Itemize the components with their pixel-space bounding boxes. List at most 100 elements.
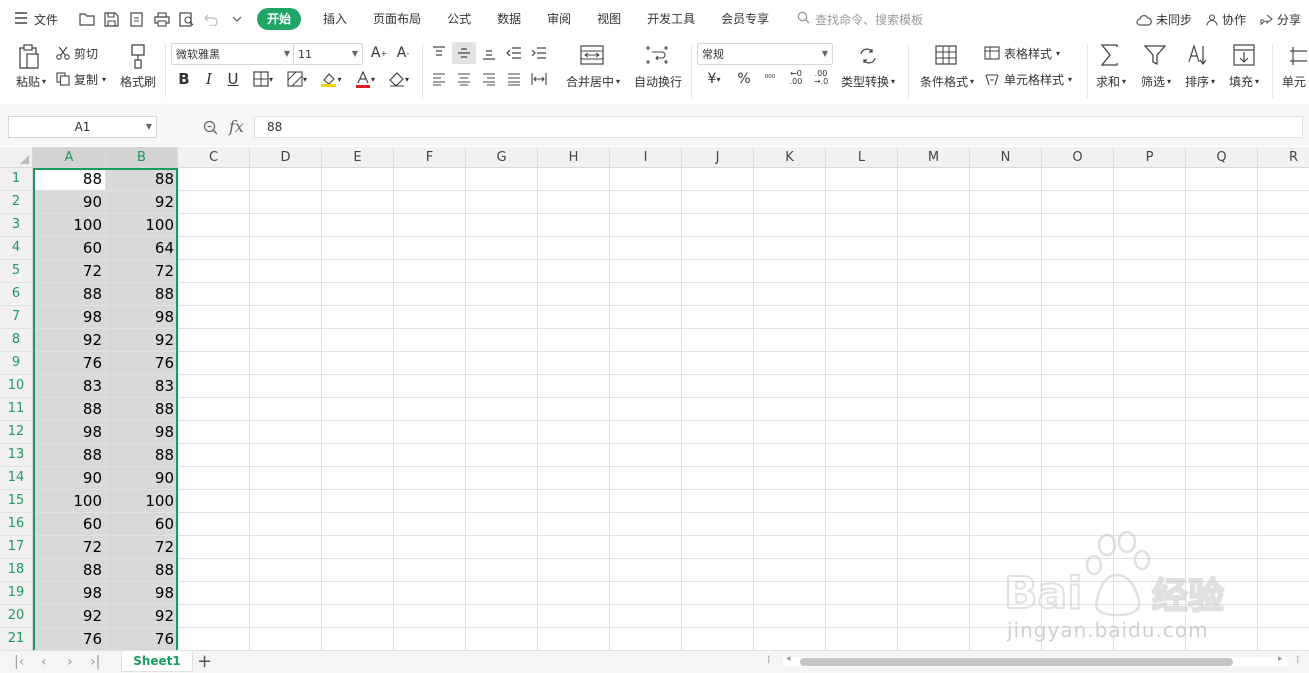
cell-h2[interactable] xyxy=(538,191,610,214)
cell-m11[interactable] xyxy=(898,398,970,421)
zoom-search-icon[interactable] xyxy=(203,120,218,138)
column-header-p[interactable]: P xyxy=(1114,147,1186,168)
cell-e9[interactable] xyxy=(322,352,394,375)
cell-d3[interactable] xyxy=(250,214,322,237)
undo-icon[interactable] xyxy=(203,11,220,28)
cell-n16[interactable] xyxy=(970,513,1042,536)
cell-r2[interactable] xyxy=(1258,191,1309,214)
font-color-icon[interactable]: ▾ xyxy=(351,70,379,88)
cell-g9[interactable] xyxy=(466,352,538,375)
row-header[interactable]: 13 xyxy=(0,444,33,467)
cell-l16[interactable] xyxy=(826,513,898,536)
cell-n9[interactable] xyxy=(970,352,1042,375)
italic-icon[interactable]: I xyxy=(201,70,217,88)
cell-k17[interactable] xyxy=(754,536,826,559)
cell-g3[interactable] xyxy=(466,214,538,237)
cell-q19[interactable] xyxy=(1186,582,1258,605)
cell-h17[interactable] xyxy=(538,536,610,559)
share-button[interactable]: 分享 xyxy=(1260,11,1301,28)
cell-g13[interactable] xyxy=(466,444,538,467)
cell-k10[interactable] xyxy=(754,375,826,398)
cell-c10[interactable] xyxy=(178,375,250,398)
convert-type-icon[interactable] xyxy=(856,44,880,68)
cell-n1[interactable] xyxy=(970,168,1042,191)
cell-e10[interactable] xyxy=(322,375,394,398)
cell-r19[interactable] xyxy=(1258,582,1309,605)
cell-k18[interactable] xyxy=(754,559,826,582)
fill-pattern-icon[interactable]: ▾ xyxy=(283,70,311,88)
cell-d5[interactable] xyxy=(250,260,322,283)
cell-l15[interactable] xyxy=(826,490,898,513)
tab-view[interactable]: 视图 xyxy=(597,8,621,30)
cell-d9[interactable] xyxy=(250,352,322,375)
tab-insert[interactable]: 插入 xyxy=(323,8,347,30)
cell-g21[interactable] xyxy=(466,628,538,650)
format-painter-button[interactable]: 格式刷 xyxy=(118,72,158,90)
cell-b15[interactable]: 100 xyxy=(106,490,178,513)
row-header[interactable]: 16 xyxy=(0,513,33,536)
align-left-icon[interactable] xyxy=(430,70,448,88)
percent-icon[interactable]: % xyxy=(736,70,752,88)
cell-c15[interactable] xyxy=(178,490,250,513)
cell-j1[interactable] xyxy=(682,168,754,191)
cell-h3[interactable] xyxy=(538,214,610,237)
cell-i2[interactable] xyxy=(610,191,682,214)
cell-c17[interactable] xyxy=(178,536,250,559)
cell-c20[interactable] xyxy=(178,605,250,628)
cell-f6[interactable] xyxy=(394,283,466,306)
collaborate-button[interactable]: 协作 xyxy=(1206,11,1246,28)
justify-icon[interactable] xyxy=(505,70,523,88)
underline-icon[interactable]: U xyxy=(225,70,241,88)
cell-f20[interactable] xyxy=(394,605,466,628)
cell-k1[interactable] xyxy=(754,168,826,191)
cell-j20[interactable] xyxy=(682,605,754,628)
cell-o5[interactable] xyxy=(1042,260,1114,283)
cell-h18[interactable] xyxy=(538,559,610,582)
cell-c21[interactable] xyxy=(178,628,250,650)
cell-q8[interactable] xyxy=(1186,329,1258,352)
tab-review[interactable]: 审阅 xyxy=(547,8,571,30)
cell-o12[interactable] xyxy=(1042,421,1114,444)
cell-f18[interactable] xyxy=(394,559,466,582)
more-chevron-icon[interactable] xyxy=(228,11,245,28)
cell-o8[interactable] xyxy=(1042,329,1114,352)
cell-b14[interactable]: 90 xyxy=(106,467,178,490)
splitter-right-icon[interactable]: ⁞ xyxy=(1296,653,1300,666)
column-header-l[interactable]: L xyxy=(826,147,898,168)
cell-f5[interactable] xyxy=(394,260,466,283)
cell-g19[interactable] xyxy=(466,582,538,605)
cell-m19[interactable] xyxy=(898,582,970,605)
cell-r3[interactable] xyxy=(1258,214,1309,237)
cell-m5[interactable] xyxy=(898,260,970,283)
cell-c9[interactable] xyxy=(178,352,250,375)
cell-j16[interactable] xyxy=(682,513,754,536)
cell-i8[interactable] xyxy=(610,329,682,352)
cell-b20[interactable]: 92 xyxy=(106,605,178,628)
cell-f2[interactable] xyxy=(394,191,466,214)
prev-sheet-icon[interactable]: ‹ xyxy=(41,654,47,670)
table-style-button[interactable]: 表格样式 ▾ xyxy=(984,44,1060,62)
cell-e3[interactable] xyxy=(322,214,394,237)
cell-c14[interactable] xyxy=(178,467,250,490)
horizontal-scrollbar-thumb[interactable] xyxy=(800,658,1233,666)
tab-home[interactable]: 开始 xyxy=(257,8,302,30)
cell-h5[interactable] xyxy=(538,260,610,283)
cell-f7[interactable] xyxy=(394,306,466,329)
cell-n4[interactable] xyxy=(970,237,1042,260)
cell-n5[interactable] xyxy=(970,260,1042,283)
column-header-a[interactable]: A xyxy=(33,147,106,168)
column-header-h[interactable]: H xyxy=(538,147,610,168)
cell-l10[interactable] xyxy=(826,375,898,398)
currency-icon[interactable]: ¥ ▾ xyxy=(702,70,726,88)
cell-n19[interactable] xyxy=(970,582,1042,605)
cell-l6[interactable] xyxy=(826,283,898,306)
cell-l17[interactable] xyxy=(826,536,898,559)
cell-c13[interactable] xyxy=(178,444,250,467)
file-menu[interactable]: 文件 xyxy=(14,11,58,28)
row-header[interactable]: 2 xyxy=(0,191,33,214)
cell-q5[interactable] xyxy=(1186,260,1258,283)
cell-a16[interactable]: 60 xyxy=(33,513,106,536)
cell-j17[interactable] xyxy=(682,536,754,559)
tab-formulas[interactable]: 公式 xyxy=(447,8,471,30)
scroll-right-icon[interactable]: ▸ xyxy=(1278,654,1283,664)
